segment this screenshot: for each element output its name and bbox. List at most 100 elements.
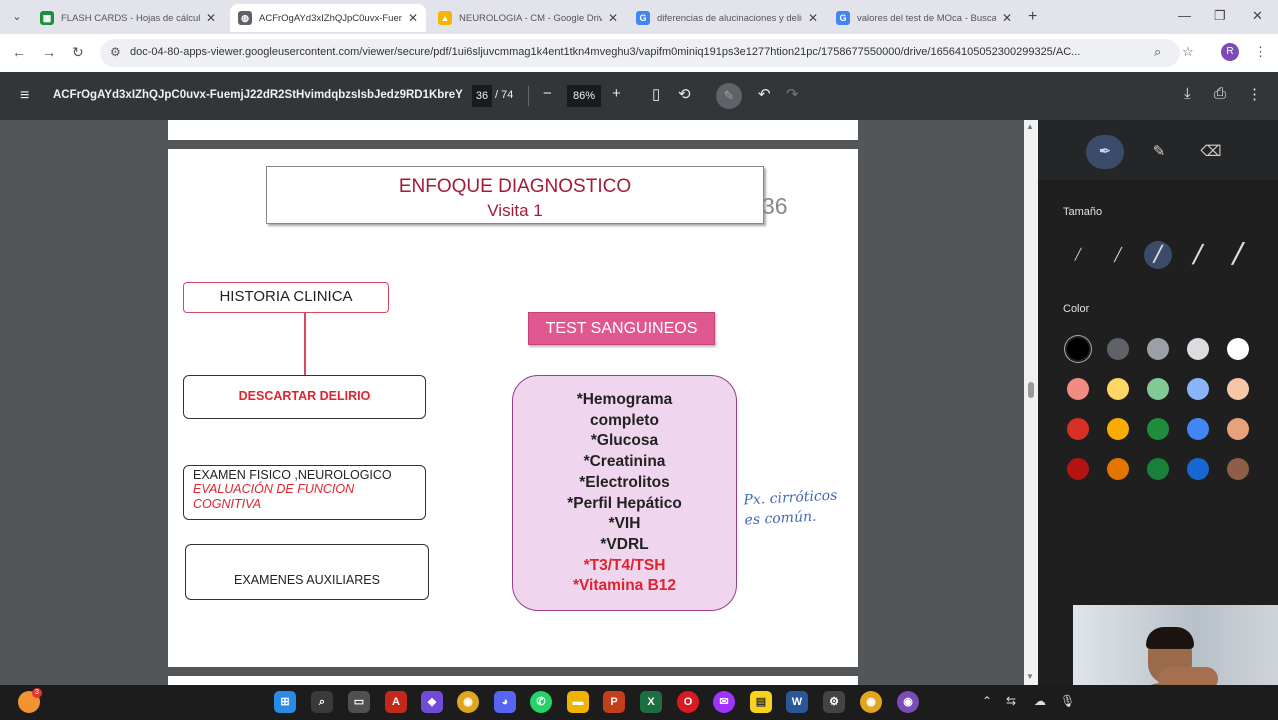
bookmark-star-icon[interactable]: ☆: [1182, 44, 1194, 60]
size-m-icon[interactable]: ╱: [1144, 241, 1172, 269]
color-swatch[interactable]: [1187, 378, 1209, 400]
tab-alucinaciones[interactable]: G diferencias de alucinaciones y delirio…: [628, 4, 826, 32]
scroll-thumb[interactable]: [1028, 382, 1034, 398]
document-area[interactable]: ENFOQUE DIAGNOSTICO Visita 1 36 HISTORIA…: [0, 120, 1038, 685]
color-swatch[interactable]: [1147, 338, 1169, 360]
color-swatch[interactable]: [1067, 378, 1089, 400]
size-s-icon[interactable]: ╱: [1104, 241, 1132, 269]
file-explorer-icon[interactable]: ▬: [567, 691, 589, 713]
color-swatch[interactable]: [1147, 378, 1169, 400]
color-swatch[interactable]: [1187, 418, 1209, 440]
tab-search-button[interactable]: ⌄: [8, 9, 26, 25]
scrollbar[interactable]: [1024, 120, 1038, 685]
color-swatch[interactable]: [1107, 418, 1129, 440]
color-swatch[interactable]: [1187, 338, 1209, 360]
test-item: *Vitamina B12: [572, 577, 677, 595]
window-close-icon[interactable]: ✕: [1252, 8, 1263, 24]
color-swatch[interactable]: [1107, 338, 1129, 360]
acrobat-icon[interactable]: A: [385, 691, 407, 713]
color-swatch[interactable]: [1187, 458, 1209, 480]
annotate-pen-icon[interactable]: ✎: [716, 83, 742, 109]
examen-line: EVALUACIÓN DE FUNCION: [193, 482, 355, 496]
size-xs-icon[interactable]: ╱: [1064, 241, 1092, 269]
pen-tool-icon[interactable]: ✒: [1086, 135, 1124, 169]
tab-pdf-viewer[interactable]: ◍ ACFrOgAYd3xIZhQJpC0uvx-FuemjJ22 ✕: [230, 4, 426, 32]
address-bar[interactable]: ⚙ doc-04-80-apps-viewer.googleuserconten…: [100, 39, 1194, 67]
close-icon[interactable]: ✕: [1002, 11, 1012, 25]
color-swatch[interactable]: [1227, 458, 1249, 480]
color-swatch[interactable]: [1147, 458, 1169, 480]
close-icon[interactable]: ✕: [808, 11, 818, 25]
tray-chevron-icon[interactable]: ⌃: [982, 694, 992, 708]
settings-icon[interactable]: ⚙: [823, 691, 845, 713]
download-icon[interactable]: ⤓: [1184, 85, 1191, 102]
restore-icon[interactable]: ❐: [1214, 8, 1226, 24]
zoom-in-icon[interactable]: +: [612, 85, 621, 102]
copilot-icon[interactable]: ◆: [421, 691, 443, 713]
forward-icon[interactable]: →: [42, 44, 56, 60]
scroll-down-icon[interactable]: ▼: [1026, 672, 1034, 681]
tab-flash-cards[interactable]: ▦ FLASH CARDS - Hojas de cálculo ✕: [32, 4, 224, 32]
tray-app-icon[interactable]: ⇆: [1006, 694, 1016, 708]
tab-strip: ⌄ ▦ FLASH CARDS - Hojas de cálculo ✕ ◍ A…: [0, 0, 1278, 34]
search-icon[interactable]: ⌕: [311, 691, 333, 713]
new-tab-button[interactable]: +: [1028, 8, 1037, 26]
zoom-level-input[interactable]: 86%: [567, 85, 601, 107]
powerpoint-icon[interactable]: P: [603, 691, 625, 713]
print-icon[interactable]: ⎙: [1214, 85, 1226, 102]
eraser-tool-icon[interactable]: ⌫: [1192, 135, 1230, 169]
zoom-out-icon[interactable]: −: [543, 85, 552, 102]
highlighter-tool-icon[interactable]: ✎: [1140, 135, 1178, 169]
zoom-icon[interactable]: ⌕: [1154, 44, 1161, 60]
whatsapp-icon[interactable]: ✆: [530, 691, 552, 713]
reload-icon[interactable]: ↻: [72, 44, 84, 61]
browser-menu-icon[interactable]: ⋮: [1254, 44, 1267, 60]
site-info-icon[interactable]: ⚙: [110, 45, 121, 59]
close-icon[interactable]: ✕: [206, 11, 216, 25]
connector-line: [304, 313, 306, 375]
undo-icon[interactable]: ↶: [758, 85, 771, 103]
messenger-icon[interactable]: ✉: [713, 691, 735, 713]
color-swatch[interactable]: [1067, 458, 1089, 480]
color-swatch[interactable]: [1227, 418, 1249, 440]
color-swatch[interactable]: [1147, 418, 1169, 440]
sticky-notes-icon[interactable]: ▤: [750, 691, 772, 713]
color-swatch[interactable]: [1107, 378, 1129, 400]
minimize-icon[interactable]: —: [1178, 8, 1191, 23]
close-icon[interactable]: ✕: [408, 11, 418, 25]
fit-page-icon[interactable]: ▯: [652, 85, 660, 103]
color-swatch[interactable]: [1067, 418, 1089, 440]
examenes-auxiliares-box: EXAMENES AUXILIARES: [185, 544, 429, 600]
back-icon[interactable]: ←: [12, 44, 26, 60]
discord-icon[interactable]: ◕: [494, 691, 516, 713]
more-options-icon[interactable]: ⋮: [1247, 85, 1262, 103]
tab-neurologia-drive[interactable]: ▲ NEUROLOGIA - CM - Google Drive ✕: [430, 4, 626, 32]
excel-icon[interactable]: X: [640, 691, 662, 713]
word-icon[interactable]: W: [786, 691, 808, 713]
color-swatch[interactable]: [1067, 338, 1089, 360]
profile-avatar[interactable]: R: [1221, 43, 1239, 61]
opera-icon[interactable]: O: [677, 691, 699, 713]
menu-icon[interactable]: ≡: [20, 87, 29, 105]
chrome-icon[interactable]: ◉: [457, 691, 479, 713]
rotate-icon[interactable]: ⟲: [678, 85, 691, 103]
color-swatch[interactable]: [1227, 378, 1249, 400]
tray-network-icon[interactable]: ☁: [1034, 694, 1046, 708]
size-l-icon[interactable]: ╱: [1184, 241, 1212, 269]
chrome-profile-icon[interactable]: ◉: [860, 691, 882, 713]
page-number-input[interactable]: 36: [472, 85, 492, 107]
color-swatch[interactable]: [1107, 458, 1129, 480]
windows-start-icon[interactable]: ⊞: [274, 691, 296, 713]
chrome-active-icon[interactable]: ◉: [897, 691, 919, 713]
scroll-up-icon[interactable]: ▲: [1026, 122, 1034, 131]
close-icon[interactable]: ✕: [608, 11, 618, 25]
test-item: *Glucosa: [590, 432, 659, 450]
task-view-icon[interactable]: ▭: [348, 691, 370, 713]
redo-icon[interactable]: ↷: [786, 85, 799, 103]
color-swatch[interactable]: [1227, 338, 1249, 360]
tray-mic-icon[interactable]: 🎙: [1060, 694, 1075, 708]
size-xl-icon[interactable]: ╱: [1224, 241, 1252, 269]
size-label: Tamaño: [1063, 206, 1103, 218]
tab-moca[interactable]: G valores del test de MOca - Buscar ✕: [828, 4, 1020, 32]
test-item: *Perfil Hepático: [567, 494, 682, 512]
